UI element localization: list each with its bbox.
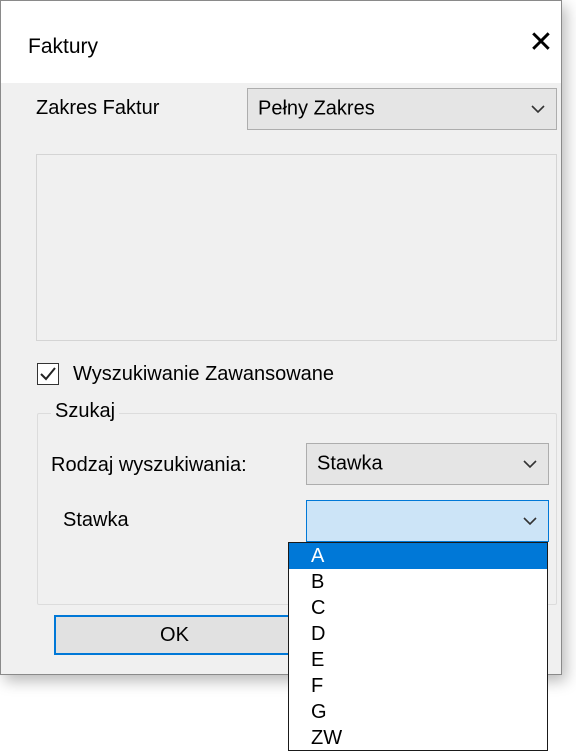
results-listbox[interactable]	[36, 154, 557, 341]
stawka-label: Stawka	[63, 509, 129, 531]
close-icon[interactable]: ✕	[521, 23, 561, 63]
checkmark-icon	[40, 367, 56, 381]
stawka-select[interactable]	[306, 500, 549, 542]
zakres-faktur-select[interactable]: Pełny Zakres	[247, 88, 557, 130]
rodzaj-wyszukiwania-label: Rodzaj wyszukiwania:	[51, 454, 247, 476]
dropdown-option-e[interactable]: E	[289, 647, 547, 673]
rodzaj-wyszukiwania-select[interactable]: Stawka	[306, 443, 549, 485]
rodzaj-wyszukiwania-value: Stawka	[317, 452, 383, 475]
dropdown-option-f[interactable]: F	[289, 673, 547, 699]
dropdown-option-zw[interactable]: ZW	[289, 725, 547, 750]
title-bar: Faktury ✕	[1, 1, 561, 83]
szukaj-legend: Szukaj	[51, 400, 120, 423]
chevron-down-icon	[523, 460, 537, 469]
window-title: Faktury	[28, 35, 99, 58]
dropdown-option-d[interactable]: D	[289, 621, 547, 647]
stawka-dropdown-list[interactable]: A B C D E F G ZW	[288, 542, 548, 751]
advanced-search-label: Wyszukiwanie Zawansowane	[73, 363, 335, 385]
ok-button[interactable]: OK	[54, 615, 295, 655]
dropdown-option-b[interactable]: B	[289, 569, 547, 595]
zakres-faktur-label: Zakres Faktur	[36, 97, 160, 119]
dropdown-option-a[interactable]: A	[289, 543, 547, 569]
chevron-down-icon	[531, 105, 545, 114]
chevron-down-icon	[523, 517, 537, 526]
zakres-faktur-value: Pełny Zakres	[258, 97, 375, 120]
advanced-search-checkbox[interactable]	[37, 363, 59, 385]
dropdown-option-g[interactable]: G	[289, 699, 547, 725]
dropdown-option-c[interactable]: C	[289, 595, 547, 621]
